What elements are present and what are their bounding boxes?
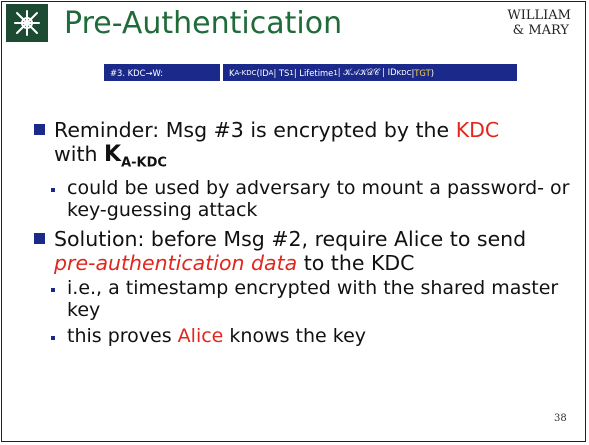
ribbon-label: #3. KDC→W:	[104, 64, 220, 81]
bullet-reminder: Reminder: Msg #3 is encrypted by the KDC…	[34, 118, 574, 175]
sub-bullet-dot-icon	[51, 336, 55, 341]
ribbon-message: K A-KDC (ID A | TS 1 | Lifetime 1 | 𝒦𝒜𝒦𝒟𝒞 | I…	[223, 64, 517, 81]
sub-bullet-dot-icon	[51, 288, 55, 293]
william-mary-watermark: WILLIAM & MARY	[507, 8, 571, 38]
slide-title: Pre-Authentication	[64, 6, 343, 41]
cipher-logo-icon	[6, 4, 48, 42]
page-number: 38	[554, 413, 567, 424]
sub-bullet-proves: this proves Alice knows the key	[34, 325, 574, 347]
bullet-square-icon	[34, 233, 45, 245]
bullet-square-icon	[34, 124, 45, 135]
tgt-highlight: TGT	[414, 67, 431, 78]
bullet-solution: Solution: before Msg #2, require Alice t…	[34, 227, 574, 275]
sub-bullet-dot-icon	[51, 188, 55, 193]
bullet-list: Reminder: Msg #3 is encrypted by the KDC…	[34, 118, 574, 347]
sub-bullet-timestamp: i.e., a timestamp encrypted with the sha…	[34, 277, 574, 321]
sub-bullet-adversary: could be used by adversary to mount a pa…	[34, 177, 574, 221]
